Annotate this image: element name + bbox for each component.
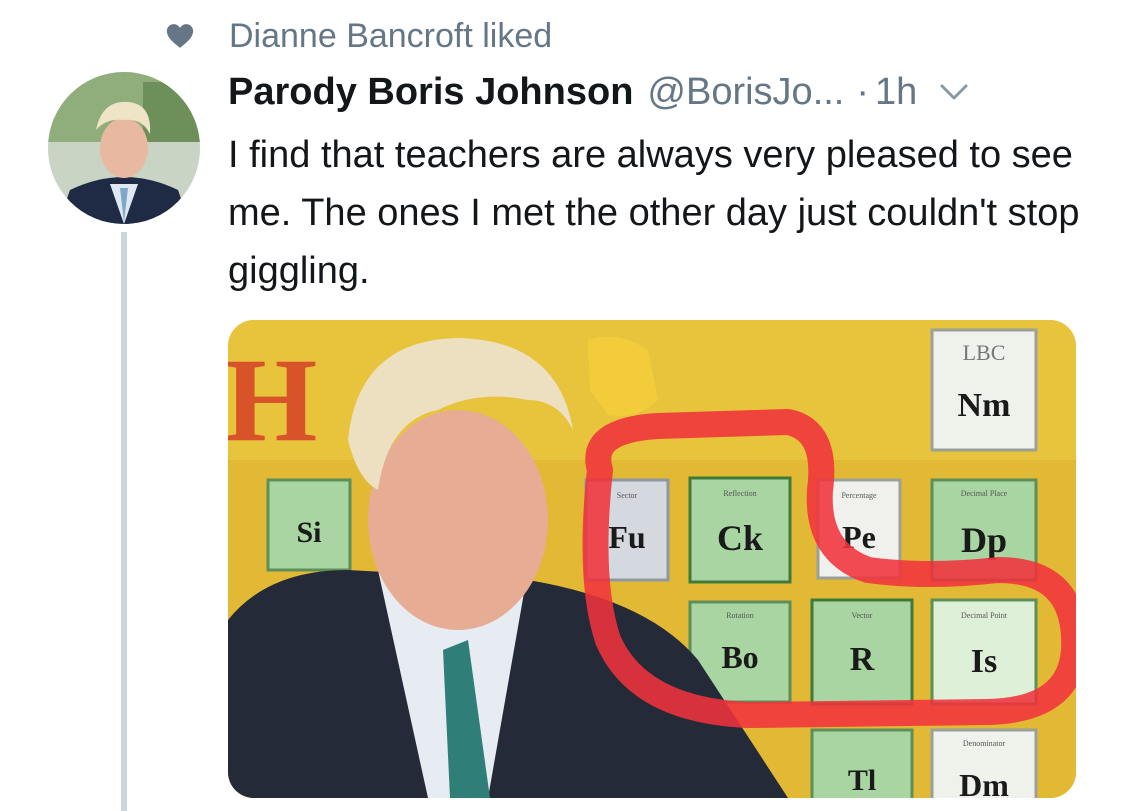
element-bo-label: Rotation — [726, 611, 754, 620]
element-is-label: Decimal Point — [961, 611, 1008, 620]
element-nm: Nm — [958, 387, 1011, 424]
thread-connector-line — [121, 232, 127, 811]
chevron-down-icon[interactable] — [939, 82, 969, 102]
heart-icon — [166, 24, 194, 48]
author-name[interactable]: Parody Boris Johnson — [228, 71, 633, 114]
element-is: Is — [971, 643, 997, 680]
element-dm: Dm — [959, 767, 1009, 798]
tweet-media-image[interactable]: H Si Sector Fu Reflection Ck Percentage … — [228, 320, 1076, 798]
avatar-photo — [48, 72, 200, 224]
author-handle[interactable]: @BorisJo... — [647, 71, 844, 114]
liked-by-text[interactable]: Dianne Bancroft liked — [229, 17, 552, 56]
timestamp[interactable]: 1h — [875, 71, 917, 114]
element-dp: Dp — [961, 520, 1007, 560]
author-avatar[interactable] — [48, 72, 200, 224]
element-dp-label: Decimal Place — [961, 489, 1008, 498]
element-bo: Bo — [721, 639, 758, 675]
element-pe-label: Percentage — [841, 491, 877, 500]
element-si: Si — [296, 516, 321, 549]
watermark-lbc: LBC — [963, 340, 1006, 365]
corner-letter: H — [228, 333, 317, 466]
social-context: Dianne Bancroft liked — [165, 14, 552, 58]
element-tl: Tl — [848, 764, 876, 797]
element-r-label: Vector — [852, 611, 873, 620]
element-fu: Fu — [608, 519, 645, 555]
element-ck-label: Reflection — [723, 489, 756, 498]
tweet-header: Parody Boris Johnson @BorisJo... · 1h — [228, 66, 969, 118]
element-fu-label: Sector — [617, 491, 638, 500]
element-r: R — [850, 641, 875, 678]
tweet-text: I find that teachers are always very ple… — [228, 134, 1080, 292]
periodic-table-photo: H Si Sector Fu Reflection Ck Percentage … — [228, 320, 1076, 798]
element-ck: Ck — [717, 518, 763, 558]
element-dm-label: Denominator — [963, 739, 1006, 748]
separator-dot: · — [856, 70, 870, 113]
